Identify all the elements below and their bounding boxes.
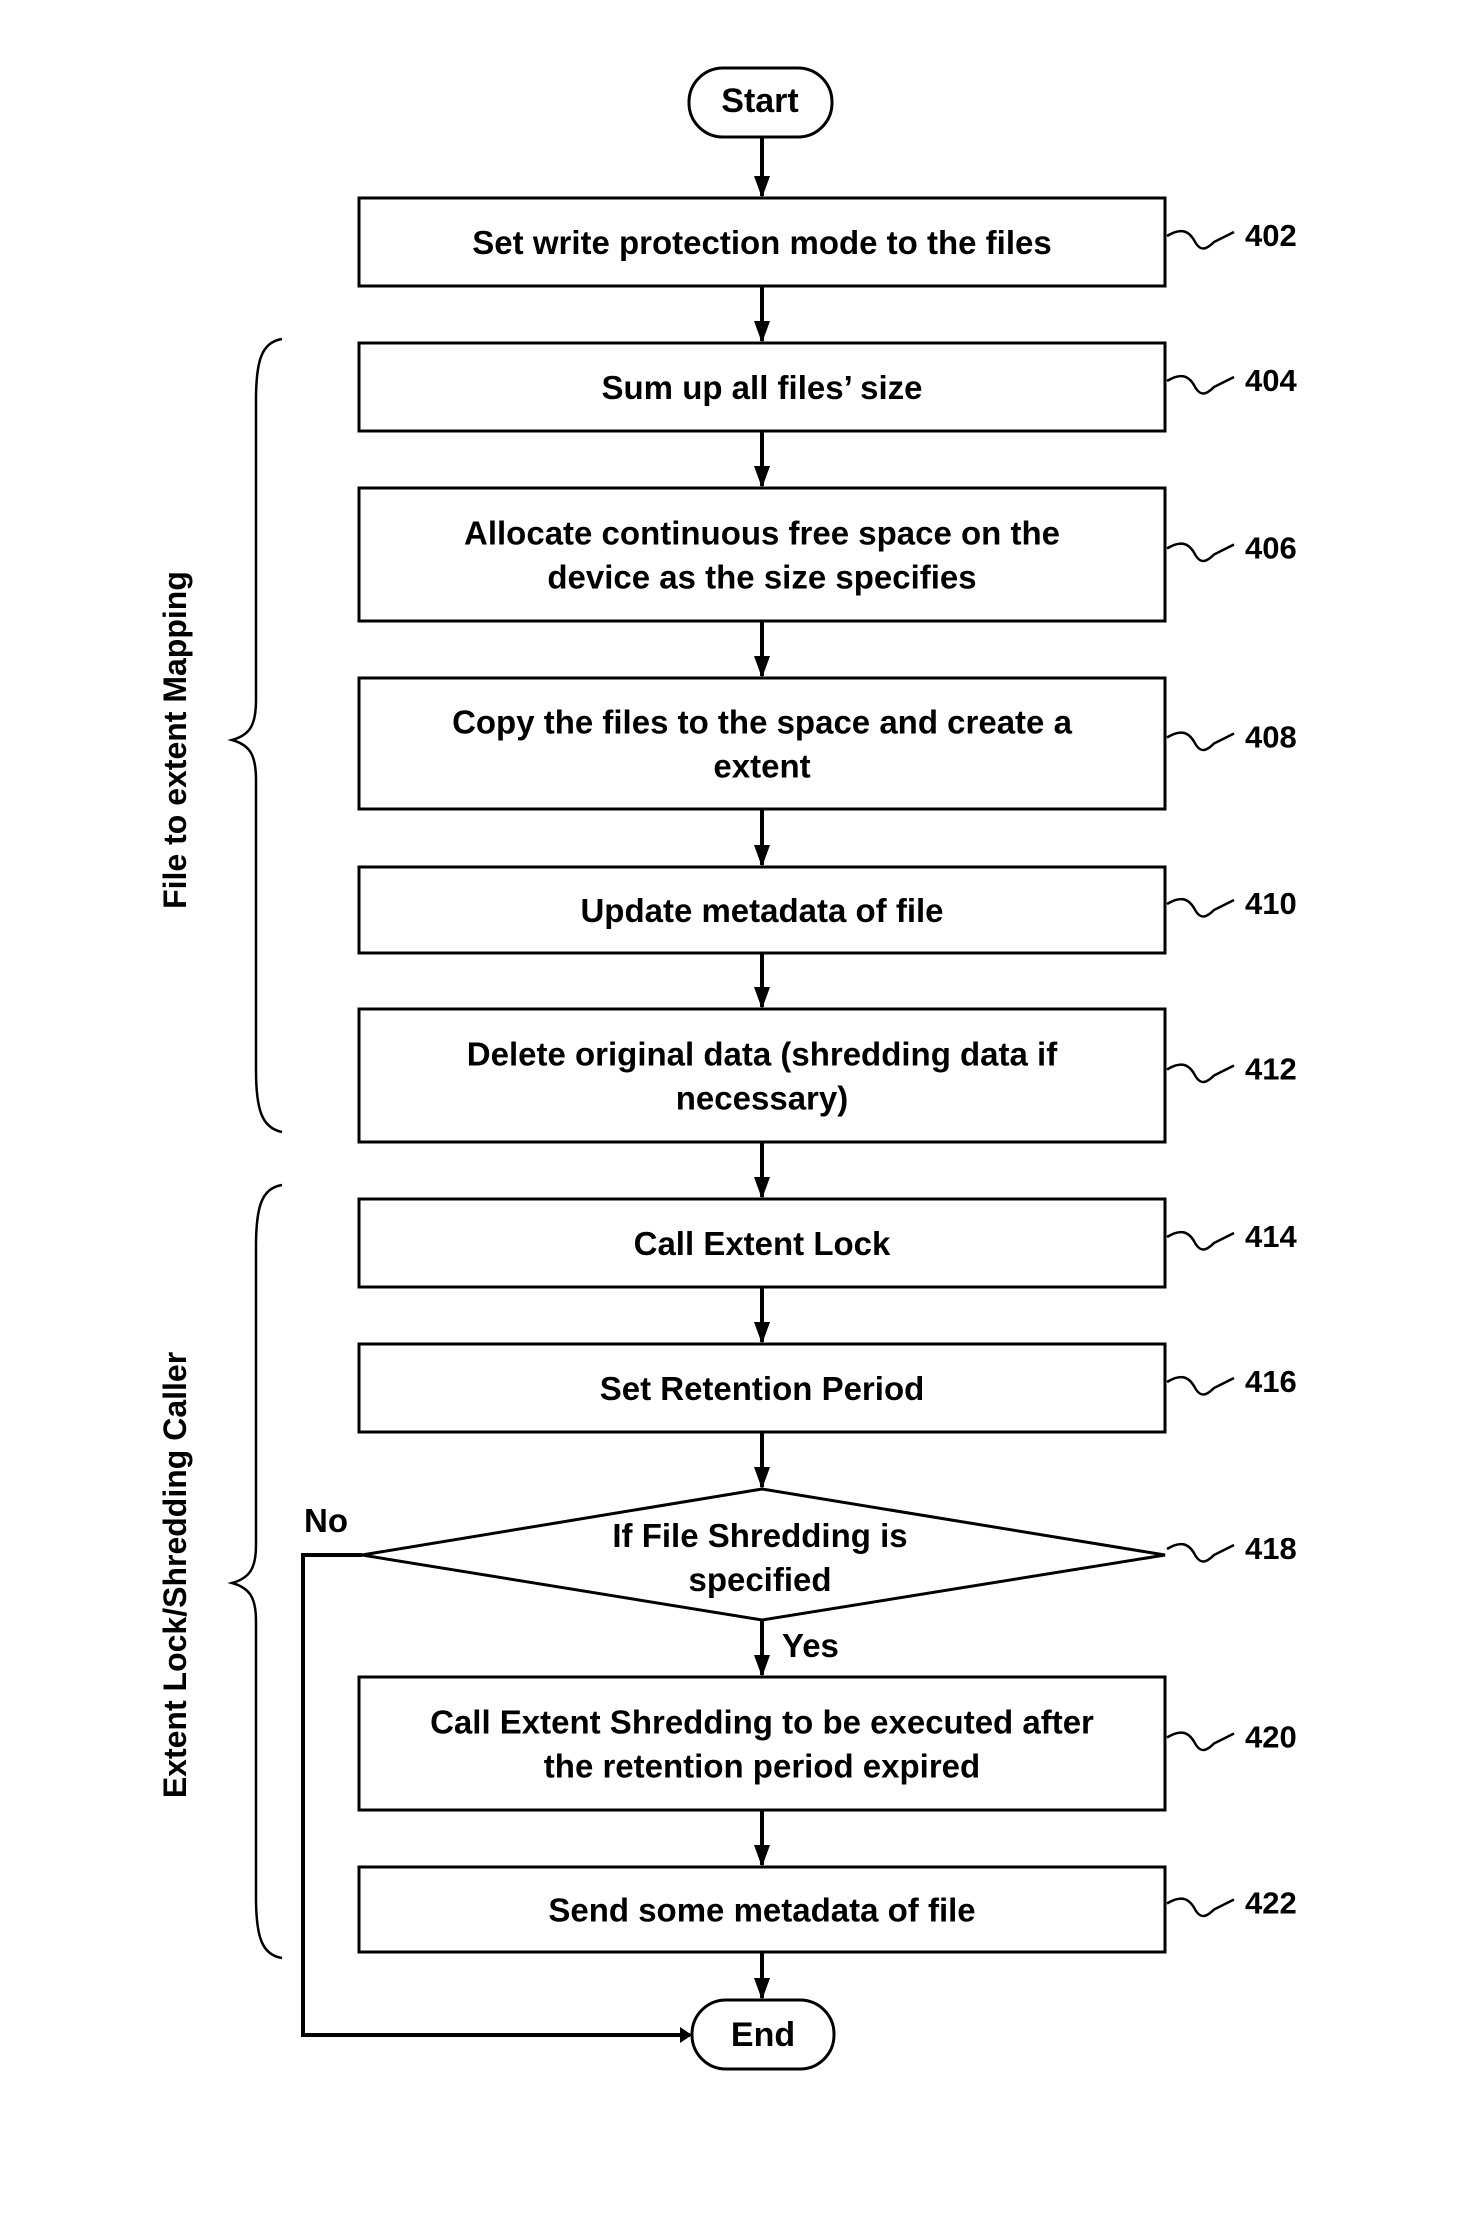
leader-squiggle: [1166, 897, 1235, 918]
reference-number: 408: [1245, 720, 1297, 755]
step-box: [357, 486, 1167, 623]
reference-number: 418: [1245, 1531, 1297, 1566]
leader-squiggle: [1166, 542, 1235, 563]
no-label: No: [304, 1502, 348, 1539]
step-text: Send some metadata of file: [548, 1892, 975, 1929]
step-420: Call Extent Shredding to be executed aft…: [357, 1675, 1167, 1812]
leader-squiggle: [1166, 1731, 1235, 1752]
yes-label: Yes: [782, 1627, 839, 1664]
leader-squiggle: [1166, 1542, 1235, 1563]
step-text: Set write protection mode to the files: [472, 224, 1051, 261]
decision-418: If File Shredding is specified Yes No: [304, 1487, 1166, 1664]
leader-squiggle: [1166, 731, 1235, 752]
step-box: [357, 1675, 1167, 1812]
end-label: End: [731, 2016, 795, 2054]
reference-number: 412: [1245, 1052, 1297, 1087]
reference-numerals: 402 404 406 408 410 412 414 416 418 420 422: [1166, 218, 1297, 1921]
leader-squiggle: [1166, 1375, 1235, 1396]
reference-number: 414: [1245, 1219, 1297, 1254]
reference-number: 420: [1245, 1720, 1297, 1755]
leader-squiggle: [1166, 374, 1235, 395]
start-label: Start: [721, 82, 798, 120]
leader-squiggle: [1166, 229, 1235, 250]
bracket-extent-lock-shredding: [227, 1183, 283, 1960]
step-414: Call Extent Lock: [357, 1197, 1167, 1289]
step-412: Delete original data (shredding data if n…: [357, 1007, 1167, 1144]
step-text: Copy the files to the space and create a: [452, 704, 1073, 741]
step-422: Send some metadata of file: [357, 1865, 1167, 1954]
decision-line-2: specified: [688, 1561, 831, 1598]
step-text: device as the size specifies: [547, 559, 976, 596]
step-text: extent: [713, 748, 810, 785]
leader-squiggle: [1166, 1897, 1235, 1918]
step-402: Set write protection mode to the files: [357, 196, 1167, 288]
step-text: the retention period expired: [544, 1748, 980, 1785]
reference-number: 404: [1245, 363, 1297, 398]
group-label-lock-shredding: Extent Lock/Shredding Caller: [157, 1352, 193, 1798]
step-box: [357, 1007, 1167, 1144]
step-410: Update metadata of file: [357, 865, 1167, 955]
step-box: [357, 676, 1167, 811]
step-text: Set Retention Period: [600, 1370, 925, 1407]
flowchart: Start Set write protection mode to the f…: [157, 66, 1297, 2071]
step-text: Update metadata of file: [580, 892, 943, 929]
step-text: Call Extent Shredding to be executed aft…: [430, 1704, 1094, 1741]
reference-number: 402: [1245, 218, 1297, 253]
step-text: necessary): [676, 1080, 848, 1117]
step-text: Sum up all files’ size: [602, 369, 923, 406]
step-404: Sum up all files’ size: [357, 341, 1167, 433]
step-406: Allocate continuous free space on the dev…: [357, 486, 1167, 623]
start-terminal: Start: [687, 66, 834, 139]
reference-number: 422: [1245, 1886, 1297, 1921]
leader-squiggle: [1166, 1063, 1235, 1084]
leader-squiggle: [1166, 1230, 1235, 1251]
group-label-mapping: File to extent Mapping: [157, 571, 193, 909]
step-408: Copy the files to the space and create a…: [357, 676, 1167, 811]
step-text: Allocate continuous free space on the: [464, 515, 1060, 552]
reference-number: 406: [1245, 531, 1297, 566]
reference-number: 410: [1245, 886, 1297, 921]
decision-line-1: If File Shredding is: [612, 1517, 907, 1554]
step-416: Set Retention Period: [357, 1342, 1167, 1434]
step-text: Call Extent Lock: [634, 1225, 891, 1262]
bracket-file-to-extent-mapping: [227, 337, 283, 1134]
reference-number: 416: [1245, 1364, 1297, 1399]
end-terminal: End: [690, 1998, 836, 2071]
step-text: Delete original data (shredding data if: [467, 1036, 1058, 1073]
